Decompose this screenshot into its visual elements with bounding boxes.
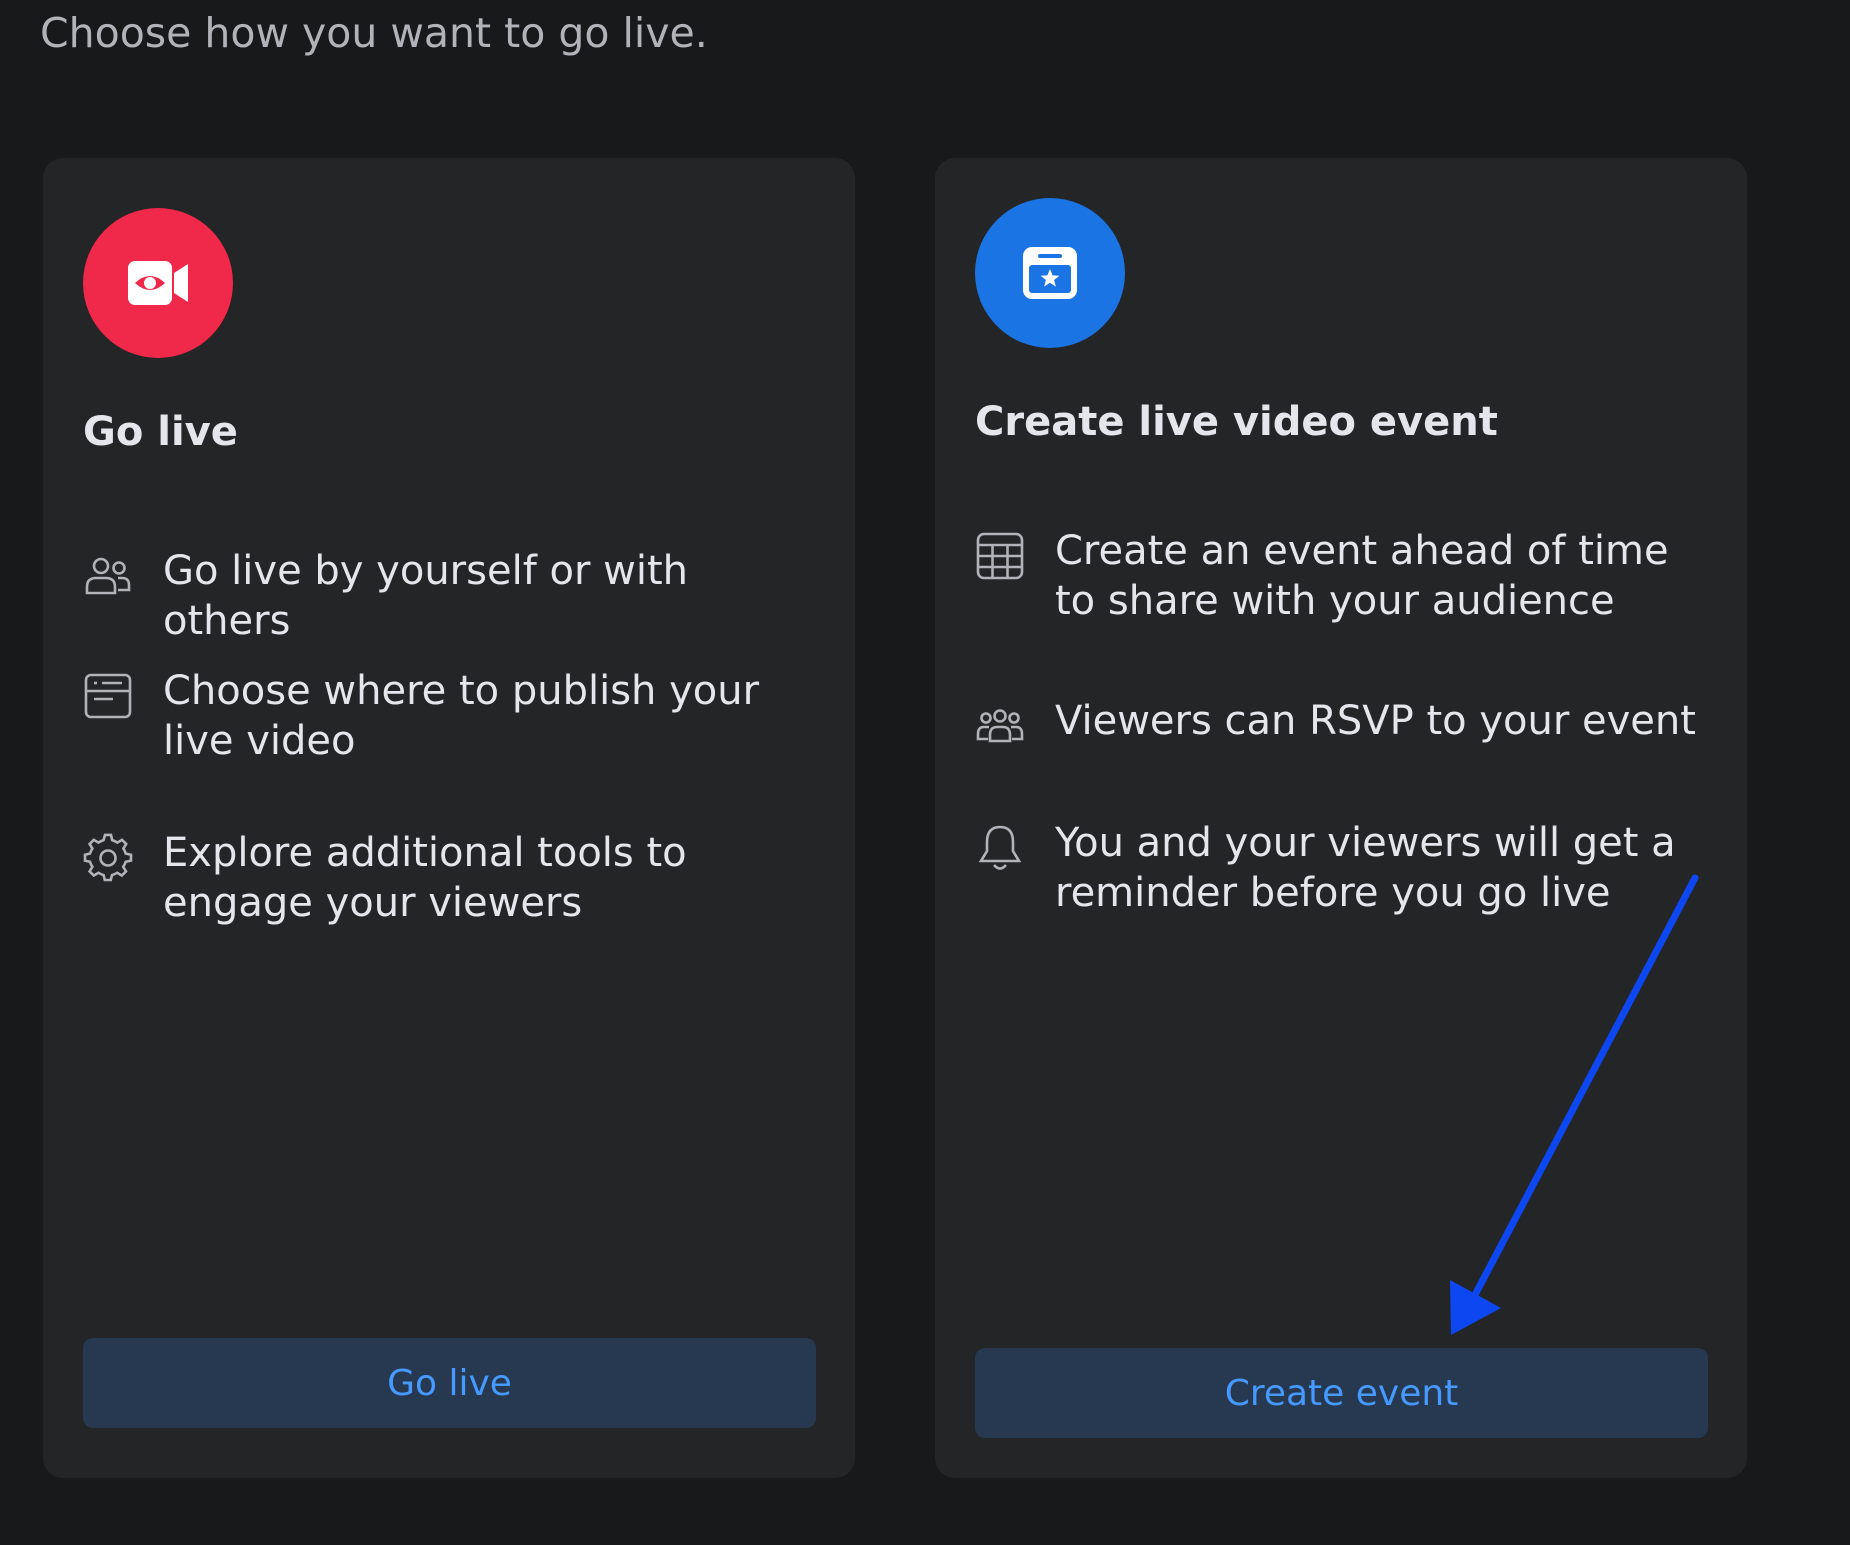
calendar-star-icon — [975, 198, 1125, 348]
feature-text: Explore additional tools to engage your … — [163, 830, 687, 926]
video-camera-icon — [83, 208, 233, 358]
feature-text: Create an event ahead of time to share w… — [1055, 528, 1669, 624]
page-subtitle: Choose how you want to go live. — [40, 9, 708, 57]
calendar-grid-icon — [976, 532, 1024, 580]
feature-text: Viewers can RSVP to your event — [1055, 698, 1696, 744]
feature-text: Choose where to publish your live video — [163, 668, 760, 764]
bell-icon — [978, 825, 1022, 870]
feature-text: You and your viewers will get a reminder… — [1055, 820, 1676, 916]
create-event-card: Create live video event Create an event … — [935, 158, 1747, 1478]
go-live-card: Go live Go live by yourself or with othe… — [43, 158, 855, 1478]
create-event-title: Create live video event — [975, 399, 1498, 445]
feature-item: Create an event ahead of time to share w… — [975, 526, 1717, 626]
browser-window-icon — [84, 673, 132, 719]
create-event-button[interactable]: Create event — [975, 1348, 1708, 1438]
feature-item: Explore additional tools to engage your … — [83, 828, 825, 928]
feature-text: Go live by yourself or with others — [163, 548, 688, 644]
feature-item: You and your viewers will get a reminder… — [975, 818, 1717, 918]
feature-item: Go live by yourself or with others — [83, 546, 825, 646]
people-icon — [85, 557, 131, 595]
feature-item: Viewers can RSVP to your event — [975, 696, 1717, 751]
go-live-title: Go live — [83, 409, 238, 455]
go-live-button[interactable]: Go live — [83, 1338, 816, 1428]
gear-icon — [83, 833, 133, 882]
feature-item: Choose where to publish your live video — [83, 666, 825, 766]
group-icon — [976, 709, 1024, 743]
